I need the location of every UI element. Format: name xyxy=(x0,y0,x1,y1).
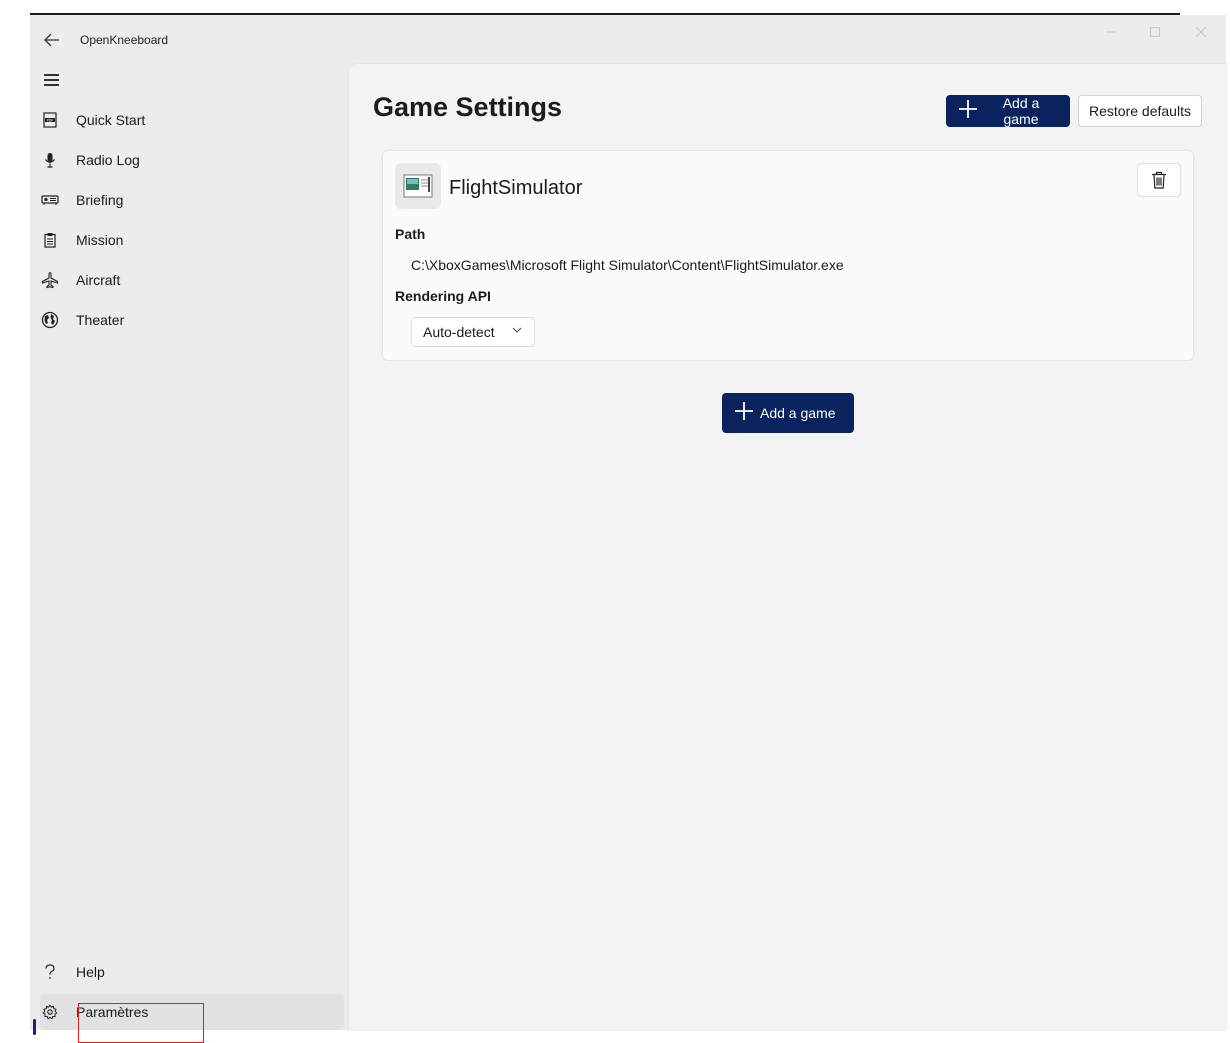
selection-indicator xyxy=(33,1019,36,1035)
page-title: Game Settings xyxy=(373,92,563,122)
back-button[interactable] xyxy=(40,29,64,51)
maximize-icon xyxy=(1150,27,1160,37)
sidebar-item-briefing[interactable]: Briefing xyxy=(40,182,350,218)
path-label: Path xyxy=(395,226,426,242)
game-card: FlightSimulator Path C:\XboxGames\Micros… xyxy=(382,150,1194,361)
hamburger-menu-button[interactable] xyxy=(42,71,62,89)
sidebar-item-help[interactable]: Help xyxy=(40,954,350,990)
add-game-button[interactable]: Add a game xyxy=(946,95,1070,127)
sidebar-item-label: Help xyxy=(76,964,105,980)
gear-icon xyxy=(40,1002,60,1022)
globe-icon xyxy=(40,310,60,330)
rendering-api-dropdown[interactable]: Auto-detect xyxy=(411,317,535,347)
svg-text:PDF: PDF xyxy=(47,118,54,122)
maximize-button[interactable] xyxy=(1140,21,1170,43)
rendering-api-label: Rendering API xyxy=(395,288,491,304)
sidebar-item-radio-log[interactable]: Radio Log xyxy=(40,142,350,178)
main-content: Game Settings Add a game Restore default… xyxy=(348,63,1227,1031)
airplane-icon xyxy=(40,270,60,290)
back-arrow-icon xyxy=(44,33,59,47)
title-bar: OpenKneeboard xyxy=(30,15,1226,63)
projector-icon xyxy=(40,190,60,210)
close-button[interactable] xyxy=(1186,21,1216,43)
plus-icon xyxy=(734,401,754,426)
sidebar-item-label: Briefing xyxy=(76,192,124,208)
sidebar-item-label: Theater xyxy=(76,312,125,328)
sidebar-item-aircraft[interactable]: Aircraft xyxy=(40,262,350,298)
rendering-api-value: Auto-detect xyxy=(423,324,495,340)
add-game-label: Add a game xyxy=(1002,95,1040,127)
close-icon xyxy=(1196,27,1206,37)
game-app-icon xyxy=(395,163,441,209)
question-icon xyxy=(40,962,60,982)
add-game-button-bottom[interactable]: Add a game xyxy=(722,393,854,433)
app-title: OpenKneeboard xyxy=(80,33,169,47)
sidebar-item-quick-start[interactable]: PDF Quick Start xyxy=(40,102,350,138)
clipboard-icon xyxy=(40,230,60,250)
add-game-label: Add a game xyxy=(760,405,836,421)
microphone-icon xyxy=(40,150,60,170)
delete-game-button[interactable] xyxy=(1137,163,1181,197)
app-window: OpenKneeboard PDF Quick Start Radio Log … xyxy=(30,15,1227,1043)
sidebar-item-label: Aircraft xyxy=(76,272,121,288)
sidebar-item-theater[interactable]: Theater xyxy=(40,302,350,338)
game-name: FlightSimulator xyxy=(449,177,583,199)
annotation-highlight-box xyxy=(78,1003,204,1043)
trash-icon xyxy=(1152,171,1166,189)
minimize-button[interactable] xyxy=(1096,21,1126,43)
restore-defaults-button[interactable]: Restore defaults xyxy=(1078,95,1202,127)
minimize-icon xyxy=(1106,31,1116,33)
plus-icon xyxy=(958,99,978,124)
sidebar-item-mission[interactable]: Mission xyxy=(40,222,350,258)
sidebar-item-label: Quick Start xyxy=(76,112,146,128)
sidebar-item-label: Mission xyxy=(76,232,124,248)
pdf-document-icon: PDF xyxy=(40,110,60,130)
chevron-down-icon xyxy=(512,325,522,338)
path-value: C:\XboxGames\Microsoft Flight Simulator\… xyxy=(411,257,844,273)
sidebar-item-label: Radio Log xyxy=(76,152,140,168)
